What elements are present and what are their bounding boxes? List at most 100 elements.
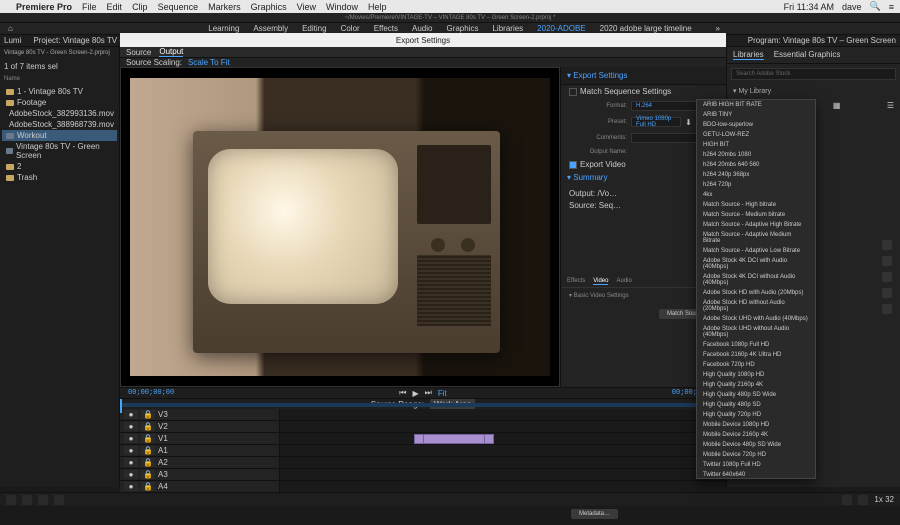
preset-option[interactable]: Match Source - High bitrate xyxy=(697,200,815,210)
preset-option[interactable]: Facebook 1080p Full HD xyxy=(697,340,815,350)
project-item[interactable]: Vintage 80s TV - Green Screen xyxy=(2,141,117,161)
sb-folder-icon[interactable] xyxy=(842,495,852,505)
preset-option[interactable]: ARIB HIGH BIT RATE xyxy=(697,100,815,110)
transport-play-icon[interactable]: ▶ xyxy=(412,389,418,398)
list-view-icon[interactable]: ☰ xyxy=(887,101,894,110)
preset-save-icon[interactable]: ⬇ xyxy=(685,118,692,127)
output-preview[interactable] xyxy=(120,67,560,387)
menu-edit[interactable]: Edit xyxy=(107,2,123,12)
track-toggle-icon[interactable]: ● xyxy=(124,422,138,431)
tab-program[interactable]: Program: Vintage 80s TV – Green Screen xyxy=(748,36,896,45)
ws-color[interactable]: Color xyxy=(341,24,360,33)
project-item[interactable]: 1 - Vintage 80s TV xyxy=(2,86,117,97)
preset-option[interactable]: Adobe Stock 4K DCI with Audio (40Mbps) xyxy=(697,256,815,272)
app-name[interactable]: Premiere Pro xyxy=(16,2,72,12)
track-header[interactable]: ●🔒A2 xyxy=(120,457,279,469)
project-item[interactable]: 2 xyxy=(2,161,117,172)
ws-2020-adobe[interactable]: 2020-ADOBE xyxy=(537,24,585,34)
project-item[interactable]: AdobeStock_388968739.mov xyxy=(2,119,117,130)
search-icon[interactable]: 🔍 xyxy=(870,1,881,12)
menu-clip[interactable]: Clip xyxy=(132,2,148,12)
source-scaling-dropdown[interactable]: Scale To Fit xyxy=(188,58,230,67)
track-toggle-icon[interactable]: ● xyxy=(124,446,138,455)
sb-list-view-icon[interactable] xyxy=(22,495,32,505)
metadata-button[interactable]: Metadata… xyxy=(571,509,618,519)
preset-option[interactable]: 4kx xyxy=(697,190,815,200)
menu-graphics[interactable]: Graphics xyxy=(251,2,287,12)
track-toggle-icon[interactable]: ● xyxy=(124,470,138,479)
timeline-track[interactable] xyxy=(280,421,726,433)
timecode-in[interactable]: 00;00;00;00 xyxy=(128,389,174,397)
preset-option[interactable]: h264 20mbs 640 560 xyxy=(697,160,815,170)
track-lock-icon[interactable]: 🔒 xyxy=(141,434,155,443)
preset-option[interactable]: Match Source - Adaptive Low Bitrate xyxy=(697,246,815,256)
ws-effects[interactable]: Effects xyxy=(374,24,398,33)
track-lock-icon[interactable]: 🔒 xyxy=(141,470,155,479)
track-lock-icon[interactable]: 🔒 xyxy=(141,446,155,455)
tab-essential-graphics[interactable]: Essential Graphics xyxy=(774,50,841,60)
menu-file[interactable]: File xyxy=(82,2,97,12)
track-toggle-icon[interactable]: ● xyxy=(124,482,138,491)
preset-option[interactable]: High Quality 1080p HD xyxy=(697,370,815,380)
preset-option[interactable]: Mobile Device 1080p HD xyxy=(697,420,815,430)
preset-option[interactable]: Adobe Stock UHD with Audio (40Mbps) xyxy=(697,314,815,324)
preset-option[interactable]: Facebook 720p HD xyxy=(697,360,815,370)
project-item[interactable]: Trash xyxy=(2,172,117,183)
preview-scrubber[interactable] xyxy=(120,398,726,399)
timeline-tracks[interactable] xyxy=(280,409,726,493)
export-video-checkbox[interactable] xyxy=(569,161,577,169)
project-item[interactable]: Footage xyxy=(2,97,117,108)
fit-dropdown[interactable]: Fit xyxy=(438,389,447,398)
sb-trash-icon[interactable] xyxy=(858,495,868,505)
preset-dropdown-list[interactable]: ARIB HIGH BIT RATEARIB TINYBDO-low-super… xyxy=(696,99,816,479)
subtab-audio[interactable]: Audio xyxy=(616,278,631,285)
track-lock-icon[interactable]: 🔒 xyxy=(141,422,155,431)
timeline-track[interactable] xyxy=(280,409,726,421)
track-toggle-icon[interactable]: ● xyxy=(124,458,138,467)
ws-graphics[interactable]: Graphics xyxy=(446,24,478,33)
transport-next-icon[interactable]: ⏭ xyxy=(425,388,432,398)
track-header[interactable]: ●🔒V3 xyxy=(120,409,279,421)
preset-option[interactable]: Adobe Stock HD with Audio (20Mbps) xyxy=(697,288,815,298)
preset-option[interactable]: Match Source - Adaptive Medium Bitrate xyxy=(697,230,815,246)
preset-dropdown[interactable]: Vimeo 1080p Full HD xyxy=(631,117,681,127)
sb-freeform-icon[interactable] xyxy=(54,495,64,505)
preset-option[interactable]: Mobile Device 720p HD xyxy=(697,450,815,460)
export-settings-header[interactable]: ▾ Export Settings xyxy=(561,67,726,85)
sb-new-item-icon[interactable] xyxy=(6,495,16,505)
project-tree[interactable]: 1 - Vintage 80s TVFootageAdobeStock_3829… xyxy=(0,84,119,185)
track-toggle-icon[interactable]: ● xyxy=(124,410,138,419)
timeline-track[interactable] xyxy=(280,469,726,481)
ws-learning[interactable]: Learning xyxy=(208,24,239,33)
track-header[interactable]: ●🔒V1 xyxy=(120,433,279,445)
track-header[interactable]: ●🔒A1 xyxy=(120,445,279,457)
preset-option[interactable]: High Quality 480p SD xyxy=(697,400,815,410)
preset-option[interactable]: h264 20mbs 1080 xyxy=(697,150,815,160)
project-item[interactable]: Workout xyxy=(2,130,117,141)
home-icon[interactable]: ⌂ xyxy=(8,24,13,33)
track-lock-icon[interactable]: 🔒 xyxy=(141,482,155,491)
menu-window[interactable]: Window xyxy=(326,2,358,12)
ws-libraries[interactable]: Libraries xyxy=(492,24,523,33)
preset-option[interactable]: Twitter 640x640 xyxy=(697,470,815,479)
transport-prev-icon[interactable]: ⏮ xyxy=(399,388,406,398)
preset-option[interactable]: High Quality 720p HD xyxy=(697,410,815,420)
timeline-clip[interactable] xyxy=(423,434,485,444)
sb-icon-view-icon[interactable] xyxy=(38,495,48,505)
preset-option[interactable]: Adobe Stock UHD without Audio (40Mbps) xyxy=(697,324,815,340)
tab-source-view[interactable]: Source xyxy=(126,48,151,57)
menu-view[interactable]: View xyxy=(297,2,316,12)
track-lock-icon[interactable]: 🔒 xyxy=(141,410,155,419)
tab-lumetri[interactable]: Lumi xyxy=(4,36,21,45)
menu-markers[interactable]: Markers xyxy=(208,2,241,12)
track-lock-icon[interactable]: 🔒 xyxy=(141,458,155,467)
preset-option[interactable]: GETU-LOW-REZ xyxy=(697,130,815,140)
track-toggle-icon[interactable]: ● xyxy=(124,434,138,443)
track-header[interactable]: ●🔒A3 xyxy=(120,469,279,481)
preset-option[interactable]: High Quality 480p SD Wide xyxy=(697,390,815,400)
tab-output-view[interactable]: Output xyxy=(159,47,183,57)
menu-sequence[interactable]: Sequence xyxy=(158,2,199,12)
grid-view-icon[interactable]: ▦ xyxy=(833,101,841,110)
column-header-name[interactable]: Name xyxy=(0,74,119,84)
project-item[interactable]: AdobeStock_382993136.mov xyxy=(2,108,117,119)
